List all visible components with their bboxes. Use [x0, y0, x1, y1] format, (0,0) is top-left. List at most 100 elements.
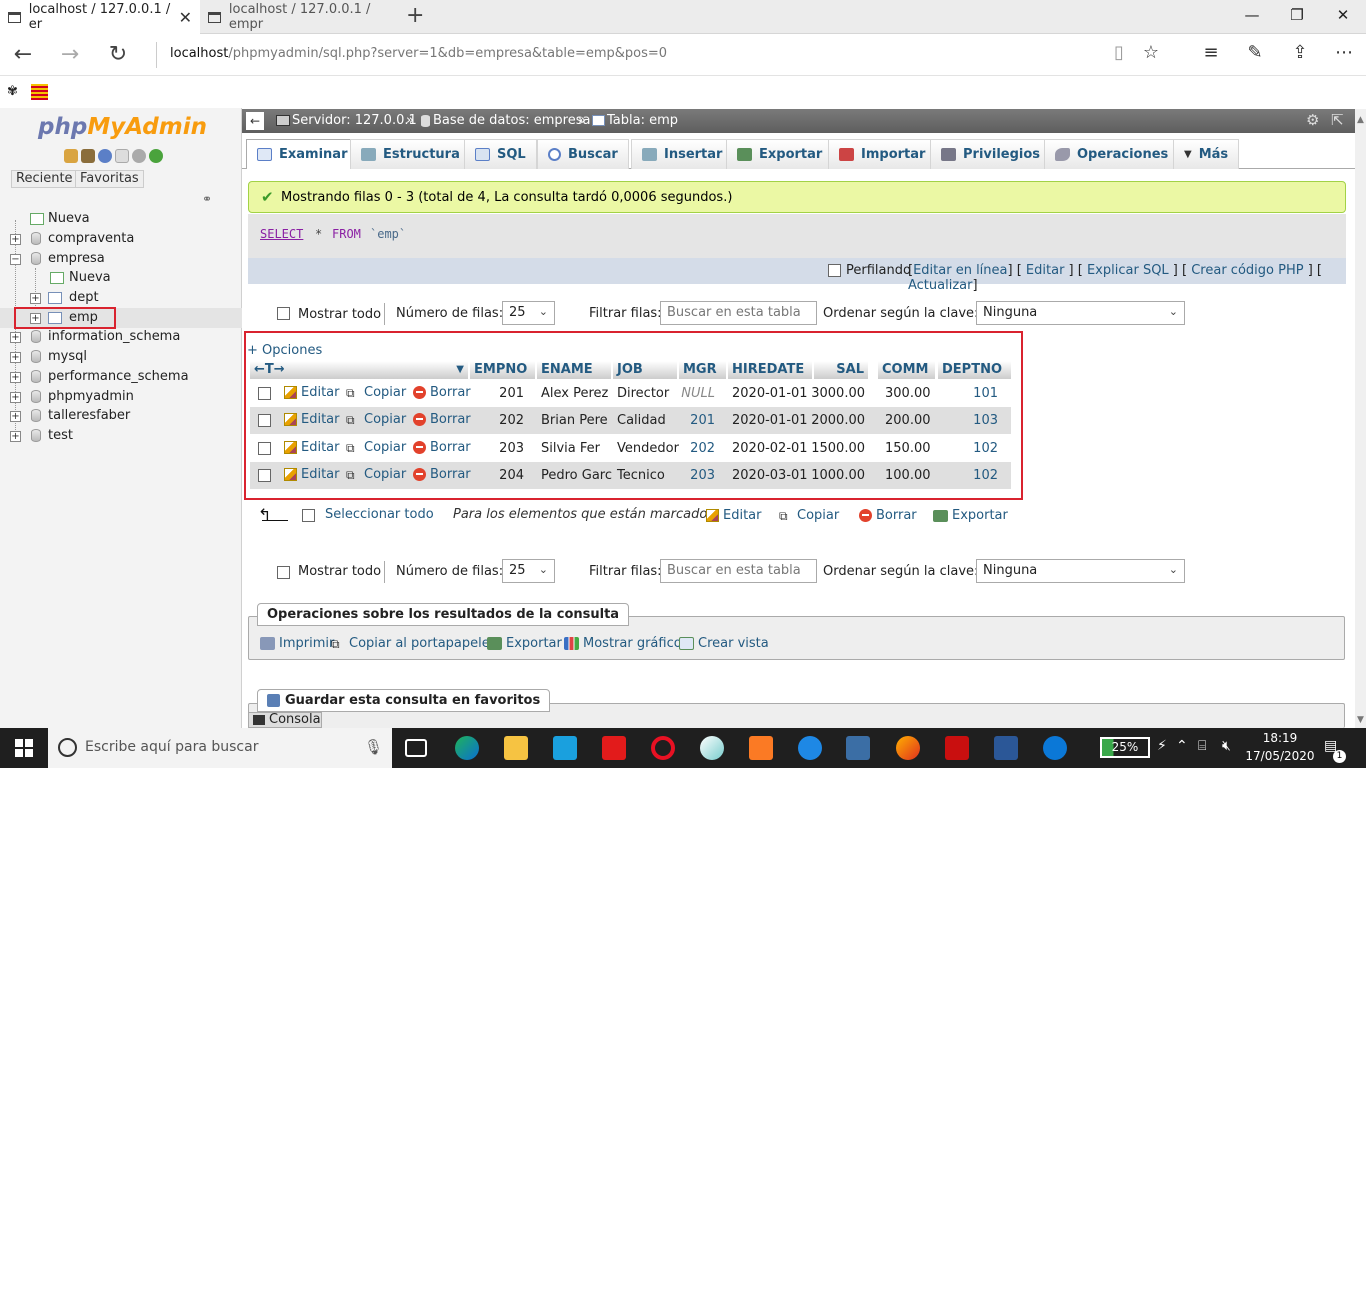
microphone-icon[interactable]: 🎙︎	[364, 738, 383, 756]
cell[interactable]: Silvia Fer	[541, 441, 600, 456]
create-view-button[interactable]: Crear vista	[679, 636, 769, 651]
link-icon[interactable]: ⚭	[202, 192, 212, 206]
print-button[interactable]: Imprimir	[260, 636, 334, 651]
cell[interactable]: 2020-03-01	[732, 468, 808, 483]
column-header[interactable]: SAL	[814, 361, 868, 379]
rows-select[interactable]: 25 ⌄	[502, 559, 555, 583]
delete-button[interactable]: Borrar	[413, 412, 471, 427]
tab-operations[interactable]: Operaciones	[1044, 139, 1180, 169]
share-icon[interactable]: ⇪	[1286, 42, 1314, 63]
cell[interactable]: Alex Perez	[541, 386, 608, 401]
tab-privileges[interactable]: Privilegios	[930, 139, 1052, 169]
column-header[interactable]: EMPNO	[470, 361, 535, 379]
column-header[interactable]: MGR	[679, 361, 726, 379]
expand-icon[interactable]: +	[10, 392, 21, 403]
options-link[interactable]: + Opciones	[247, 343, 322, 358]
cell[interactable]: 1000.00	[810, 468, 865, 483]
l-app-icon[interactable]	[553, 736, 577, 760]
cell[interactable]: 203	[480, 441, 524, 456]
word-icon[interactable]	[994, 736, 1018, 760]
browser-tab[interactable]: localhost / 127.0.0.1 / empr	[200, 0, 400, 34]
browser-tab-active[interactable]: localhost / 127.0.0.1 / er ✕	[0, 0, 200, 34]
bulk-delete-button[interactable]: Borrar	[859, 508, 917, 523]
cell[interactable]: 2000.00	[810, 413, 865, 428]
column-header[interactable]: JOB	[613, 361, 677, 379]
edit-button[interactable]: Editar	[284, 440, 340, 455]
select-all-label[interactable]: Seleccionar todo	[325, 507, 434, 522]
tab-recent[interactable]: Reciente	[11, 170, 78, 188]
logout-icon[interactable]	[81, 149, 95, 163]
forward-icon[interactable]: →	[55, 42, 85, 67]
new-tab-icon[interactable]: +	[406, 3, 424, 28]
tab-export[interactable]: Exportar	[726, 139, 834, 169]
cell[interactable]: 202	[480, 413, 524, 428]
cell[interactable]: 2020-01-01	[732, 386, 808, 401]
cell[interactable]: 102	[950, 468, 998, 483]
profiling-checkbox[interactable]	[828, 264, 841, 277]
tab-search[interactable]: Buscar	[537, 139, 629, 169]
restore-icon[interactable]: ❐	[1282, 6, 1312, 24]
filter-input[interactable]: Buscar en esta tabla	[660, 301, 817, 325]
cell[interactable]: 201	[670, 413, 715, 428]
acrobat-icon[interactable]	[945, 736, 969, 760]
link-php-code[interactable]: Crear código PHP	[1191, 263, 1303, 278]
cell[interactable]: Brian Pere	[541, 413, 608, 428]
breadcrumb-database[interactable]: Base de datos: empresa	[433, 113, 590, 128]
expand-icon[interactable]: +	[10, 372, 21, 383]
tab-insert[interactable]: Insertar	[631, 139, 734, 169]
virtualbox-icon[interactable]	[846, 736, 870, 760]
favorite-item-icon[interactable]: ✾	[7, 84, 18, 99]
column-header[interactable]: ENAME	[537, 361, 611, 379]
tree-item-db[interactable]: + information_schema	[0, 327, 242, 347]
home-icon[interactable]	[64, 149, 78, 163]
cell[interactable]: Pedro Garc	[541, 468, 612, 483]
scrollbar[interactable]: ▲ ▼	[1355, 109, 1366, 728]
chevron-down-icon[interactable]: ▼	[456, 361, 464, 378]
chevron-up-icon[interactable]: ⌃	[1176, 738, 1188, 754]
row-checkbox[interactable]	[258, 387, 271, 400]
cell[interactable]: 103	[950, 413, 998, 428]
windows-start-icon[interactable]	[15, 739, 33, 757]
firefox-icon[interactable]	[896, 736, 920, 760]
delete-button[interactable]: Borrar	[413, 467, 471, 482]
internet-explorer-icon[interactable]	[798, 736, 822, 760]
tree-item-db[interactable]: + phpmyadmin	[0, 387, 242, 407]
tree-item-db[interactable]: + talleresfaber	[0, 406, 242, 426]
task-view-icon[interactable]	[405, 739, 427, 757]
tree-item-db[interactable]: + performance_schema	[0, 367, 242, 387]
filter-input[interactable]: Buscar en esta tabla	[660, 559, 817, 583]
window-close-icon[interactable]: ✕	[1328, 6, 1358, 24]
cell[interactable]: Tecnico	[617, 468, 665, 483]
gear-icon[interactable]: ⚙	[1306, 111, 1319, 129]
copy-button[interactable]: ⧉ Copiar	[346, 440, 406, 455]
tab-import[interactable]: Importar	[828, 139, 937, 169]
cell[interactable]: 1500.00	[810, 441, 865, 456]
expand-icon[interactable]: +	[10, 234, 21, 245]
tab-structure[interactable]: Estructura	[350, 139, 471, 169]
expand-icon[interactable]: +	[10, 431, 21, 442]
phpmyadmin-logo[interactable]: phpMyAdmin	[38, 114, 207, 140]
cell[interactable]: 101	[950, 386, 998, 401]
tab-browse[interactable]: Examinar	[246, 139, 359, 169]
delete-button[interactable]: Borrar	[413, 385, 471, 400]
copy-button[interactable]: ⧉ Copiar	[346, 467, 406, 482]
console-toggle[interactable]: Consola	[248, 712, 322, 728]
cell[interactable]: 3000.00	[810, 386, 865, 401]
cell[interactable]: Director	[617, 386, 669, 401]
row-checkbox[interactable]	[258, 442, 271, 455]
cell[interactable]: 300.00	[885, 386, 931, 401]
link-explain[interactable]: Explicar SQL	[1087, 263, 1169, 278]
volume-muted-icon[interactable]: 🔇︎	[1222, 738, 1231, 754]
url-field[interactable]: localhost/phpmyadmin/sql.php?server=1&db…	[170, 46, 667, 61]
tree-item-db[interactable]: − empresa	[0, 249, 242, 269]
more-icon[interactable]: ⋯	[1330, 42, 1358, 63]
tree-item-new-table[interactable]: Nueva	[0, 268, 242, 288]
cell[interactable]: 203	[670, 468, 715, 483]
cell[interactable]: Calidad	[617, 413, 666, 428]
link-inline-edit[interactable]: Editar en línea	[913, 263, 1007, 278]
xampp-icon[interactable]	[749, 736, 773, 760]
cell[interactable]: 150.00	[885, 441, 931, 456]
cell[interactable]: NULL	[670, 386, 715, 401]
bulk-copy-button[interactable]: ⧉ Copiar	[779, 508, 839, 523]
column-resize-header[interactable]: ←T→ ▼	[250, 361, 468, 379]
